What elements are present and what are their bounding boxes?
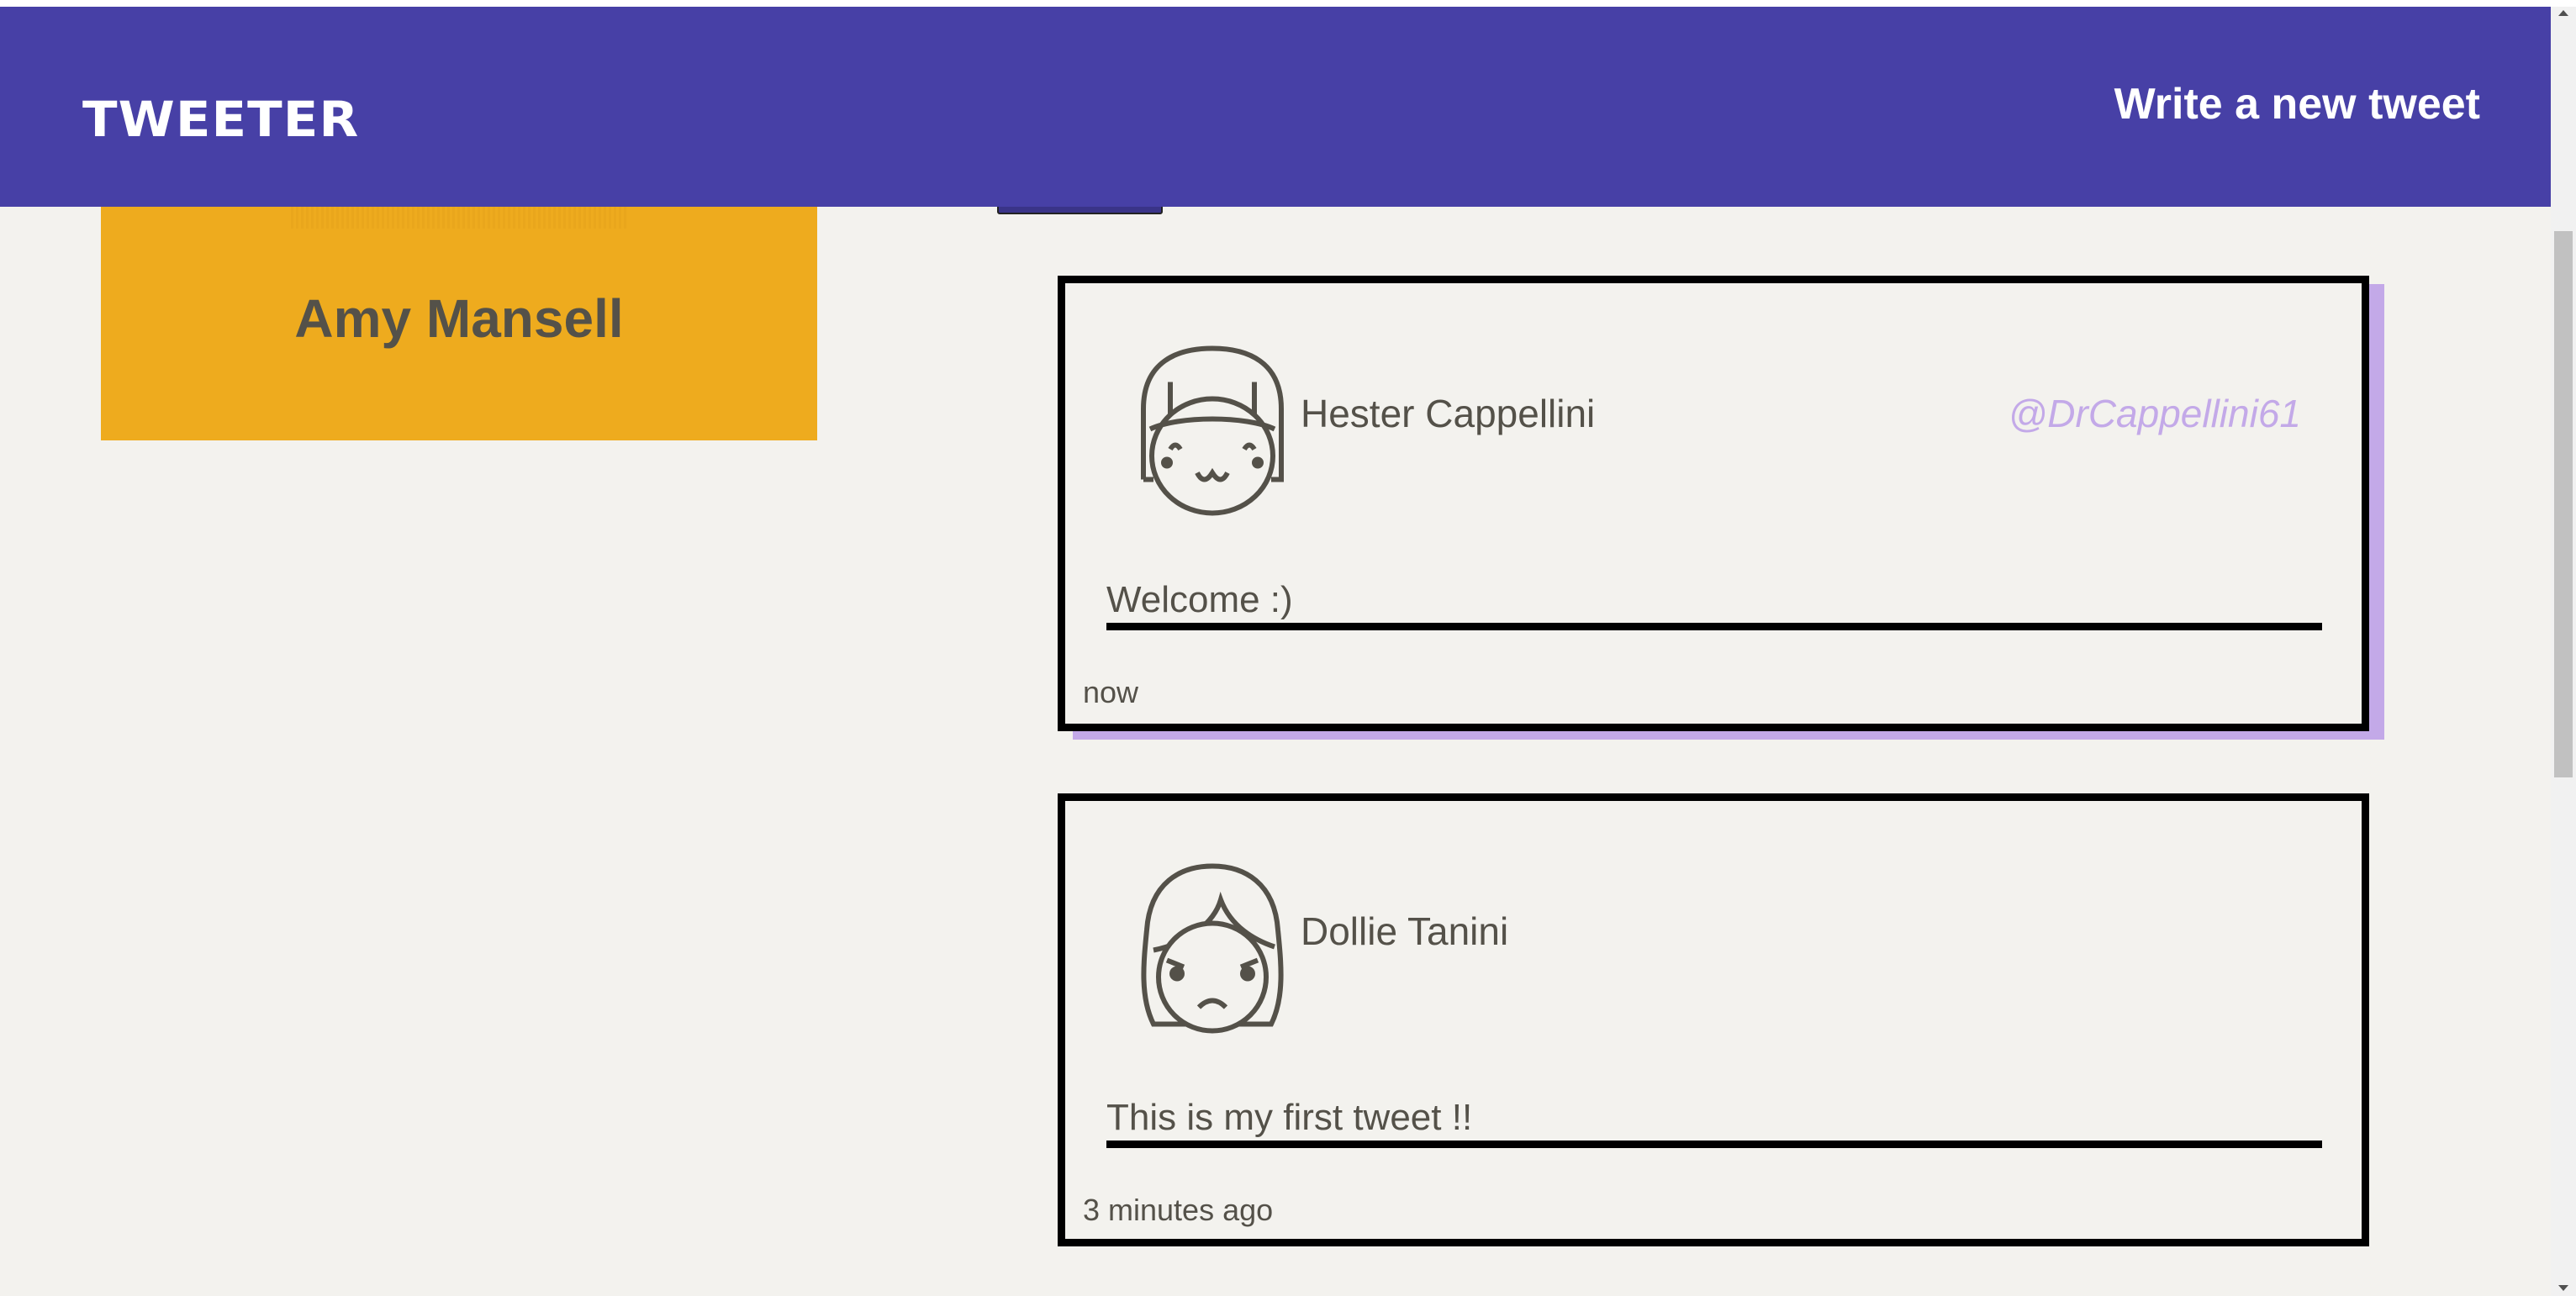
sad-girl-avatar-icon [1141, 863, 1284, 1034]
nav-header: TWEETER Write a new tweet [0, 7, 2551, 207]
tweet-content: Welcome :) [1106, 579, 2322, 630]
vertical-scrollbar[interactable] [2551, 7, 2576, 1296]
tweet-card[interactable]: Dollie Tanini This is my first tweet !! … [1058, 793, 2369, 1246]
scrollbar-thumb[interactable] [2554, 231, 2573, 777]
tweet-timestamp: now [1083, 675, 1139, 709]
tweet-author-name: Dollie Tanini [1301, 909, 1509, 953]
tweet-content: This is my first tweet !! [1106, 1097, 2322, 1148]
write-new-tweet-button[interactable]: Write a new tweet [2114, 79, 2480, 129]
tweet-author-handle: @DrCappellini61 [2008, 392, 2301, 435]
smiling-girl-avatar-icon [1141, 345, 1284, 516]
tweet-timestamp: 3 minutes ago [1083, 1193, 1274, 1227]
logo[interactable]: TWEETER [82, 91, 359, 148]
tweet-card[interactable]: Hester Cappellini @DrCappellini61 Welcom… [1058, 276, 2369, 731]
browser-top-strip [0, 0, 2576, 7]
tweet-author-name: Hester Cappellini [1301, 392, 1596, 435]
profile-name: Amy Mansell [294, 288, 624, 349]
scroll-up-arrow-icon[interactable] [2558, 10, 2568, 16]
scroll-down-arrow-icon[interactable] [2558, 1285, 2568, 1291]
